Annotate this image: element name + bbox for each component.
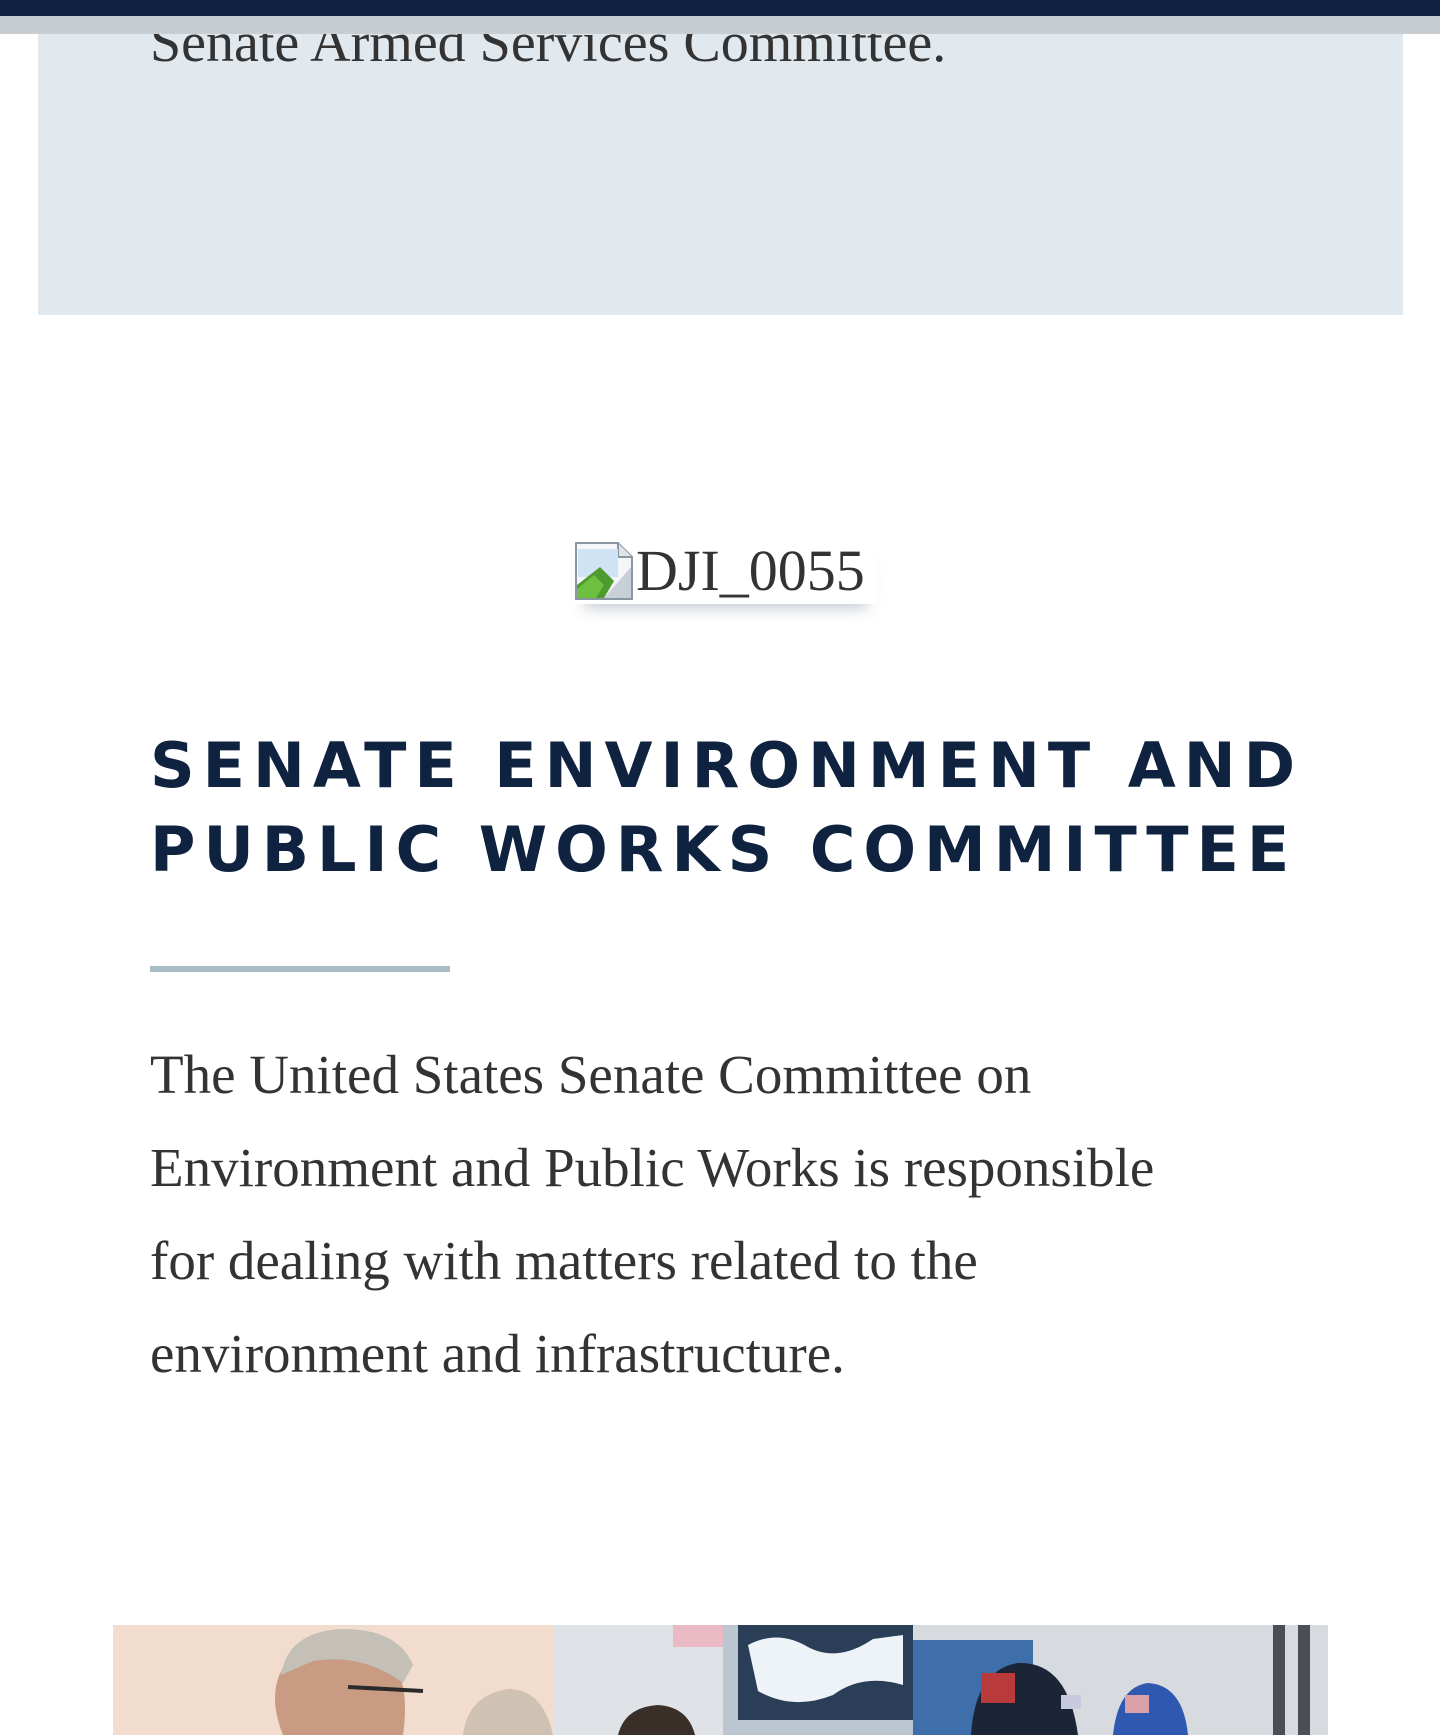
description-line: The United States Senate Committee on <box>150 1044 1032 1105</box>
committee-description: The United States Senate Committee on En… <box>150 1028 1300 1400</box>
description-line: for dealing with matters related to the <box>150 1230 978 1291</box>
broken-image-icon <box>574 541 634 601</box>
image-alt-text: DJI_0055 <box>636 538 865 603</box>
people-photo <box>113 1625 1328 1735</box>
top-bar-shadow <box>0 16 1440 34</box>
title-divider <box>150 966 450 972</box>
description-line: environment and infrastructure. <box>150 1323 845 1384</box>
committee-title-line: PUBLIC WORKS COMMITTEE <box>150 813 1298 886</box>
committee-title-line: SENATE ENVIRONMENT AND <box>150 729 1304 802</box>
description-line: Environment and Public Works is responsi… <box>150 1137 1155 1198</box>
top-navigation-bar <box>0 0 1440 16</box>
committee-image: DJI_0055 <box>574 538 877 604</box>
committee-title: SENATE ENVIRONMENT AND PUBLIC WORKS COMM… <box>150 724 1310 892</box>
previous-committee-card: Senate Armed Services Committee. <box>38 0 1403 315</box>
